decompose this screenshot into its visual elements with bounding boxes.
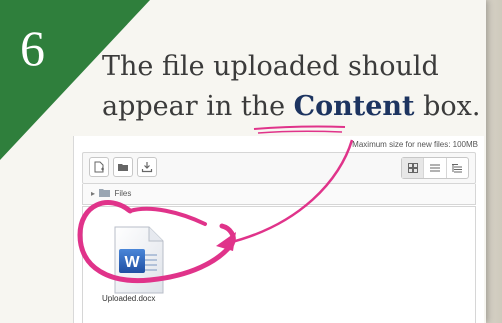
instruction-line-2: appear in the Content box. bbox=[102, 87, 482, 127]
svg-text:W: W bbox=[124, 254, 140, 271]
add-file-button[interactable] bbox=[89, 157, 109, 177]
step-number: 6 bbox=[20, 20, 45, 76]
instruction-line-1: The file uploaded should bbox=[102, 51, 439, 82]
content-box[interactable]: W Uploaded.docx bbox=[82, 206, 476, 323]
file-manager-toolbar bbox=[82, 152, 476, 184]
tree-view-button[interactable] bbox=[447, 158, 468, 178]
instruction-card: 6 The file uploaded should appear in the… bbox=[0, 0, 486, 323]
file-manager: Maximum size for new files: 100MB ▸ File… bbox=[73, 136, 484, 323]
word-document-icon: W bbox=[114, 226, 164, 294]
folder-icon bbox=[99, 189, 111, 197]
create-folder-icon bbox=[118, 164, 128, 171]
instruction-keyword: Content bbox=[293, 91, 415, 122]
expand-arrow-icon[interactable]: ▸ bbox=[91, 189, 95, 198]
grid-view-button[interactable] bbox=[402, 158, 425, 178]
file-name[interactable]: Uploaded.docx bbox=[102, 294, 155, 303]
view-switcher bbox=[401, 157, 469, 179]
grid-view-icon bbox=[407, 163, 418, 173]
download-icon bbox=[141, 162, 153, 173]
path-bar: ▸ Files bbox=[82, 184, 476, 205]
instruction-line-2-end: box. bbox=[414, 91, 481, 122]
instruction-line-2-start: appear in the bbox=[102, 91, 294, 122]
list-view-icon bbox=[429, 164, 440, 172]
download-button[interactable] bbox=[137, 157, 157, 177]
create-folder-button[interactable] bbox=[113, 157, 133, 177]
list-view-button[interactable] bbox=[424, 158, 447, 178]
tree-view-icon bbox=[452, 164, 463, 173]
add-file-icon bbox=[94, 161, 104, 173]
instruction-text: The file uploaded should appear in the C… bbox=[102, 47, 482, 127]
max-size-note: Maximum size for new files: 100MB bbox=[352, 140, 478, 149]
path-folder-label[interactable]: Files bbox=[114, 189, 131, 198]
